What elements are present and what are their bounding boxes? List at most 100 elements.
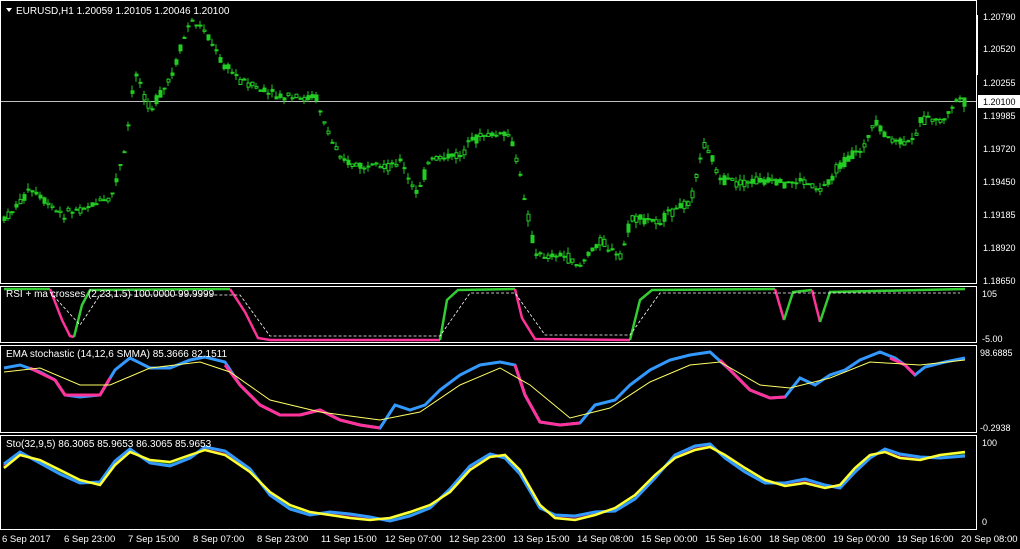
candle-body xyxy=(950,106,955,109)
candle-body xyxy=(554,255,559,258)
candle-body xyxy=(254,85,259,89)
candle-body xyxy=(430,157,435,160)
candle-body xyxy=(318,110,323,113)
candle-body xyxy=(162,87,167,90)
time-label: 19 Sep 00:00 xyxy=(833,534,890,545)
candle-body xyxy=(426,161,431,165)
candle-body xyxy=(386,163,391,172)
candle-body xyxy=(282,97,287,101)
candle-body xyxy=(722,175,727,186)
candle-body xyxy=(614,253,619,256)
candle-body xyxy=(774,179,779,186)
candle-body xyxy=(862,143,867,148)
candle-body xyxy=(602,238,607,248)
candle-body xyxy=(6,211,11,219)
candle-body xyxy=(498,132,503,135)
candle-body xyxy=(710,155,715,162)
candle-body xyxy=(858,150,863,153)
symbol-header: EURUSD,H1 1.20059 1.20105 1.20046 1.2010… xyxy=(16,6,230,17)
candle-body xyxy=(854,150,859,153)
candle-body xyxy=(98,198,103,202)
candle-body xyxy=(826,179,831,185)
candle-body xyxy=(586,251,591,256)
candle-body xyxy=(106,197,111,202)
candle-body xyxy=(262,87,267,93)
candle-body xyxy=(74,208,79,211)
candle-body xyxy=(462,149,467,156)
candle-body xyxy=(310,94,315,99)
candle-body xyxy=(730,178,735,181)
candle-body xyxy=(190,19,195,22)
candle-body xyxy=(66,207,71,212)
candle-body xyxy=(230,71,235,74)
candle-body xyxy=(178,44,183,52)
candle-body xyxy=(438,155,443,160)
rsi-scale-top: 105 xyxy=(982,289,997,299)
candle-body xyxy=(18,198,23,205)
candle-body xyxy=(90,202,95,207)
candle-body xyxy=(218,57,223,63)
candle-body xyxy=(154,95,159,105)
candle-body xyxy=(806,183,811,186)
candle-body xyxy=(738,179,743,186)
time-label: 7 Sep 15:00 xyxy=(128,534,179,545)
candle-body xyxy=(330,141,335,144)
sto-label: Sto(32,9,5) 86.3065 85.9653 86.3065 85.9… xyxy=(6,439,212,450)
candle-body xyxy=(530,234,535,244)
candle-body xyxy=(558,252,563,257)
candle-body xyxy=(698,157,703,160)
price-tick: 1.20790 xyxy=(983,12,1016,22)
rsi-scale-bottom: -5.00 xyxy=(982,334,1003,344)
candle-body xyxy=(294,93,299,99)
candle-body xyxy=(82,207,87,210)
main-price-pane[interactable] xyxy=(0,0,977,284)
candle-body xyxy=(518,173,523,176)
candle-body xyxy=(846,155,851,162)
candle-body xyxy=(798,177,803,182)
candle-body xyxy=(702,142,707,149)
candle-body xyxy=(562,255,567,258)
candle-body xyxy=(278,93,283,98)
candle-body xyxy=(298,97,303,100)
candle-body xyxy=(726,177,731,180)
candle-body xyxy=(794,182,799,185)
candle-body xyxy=(54,210,59,213)
candle-body xyxy=(634,215,639,223)
candle-body xyxy=(290,97,295,100)
candle-body xyxy=(650,218,655,222)
candle-body xyxy=(534,253,539,257)
candle-body xyxy=(170,72,175,76)
sto-scale-bottom: 0 xyxy=(982,517,987,527)
candle-body xyxy=(158,90,163,98)
candle-body xyxy=(866,134,871,138)
time-label: 11 Sep 15:00 xyxy=(321,534,377,545)
candle-body xyxy=(366,165,371,168)
time-label: 13 Sep 15:00 xyxy=(513,534,570,545)
candle-body xyxy=(466,140,471,143)
ema-scale-bottom: -0.2938 xyxy=(980,423,1011,433)
candle-body xyxy=(958,97,963,100)
candle-body xyxy=(622,243,627,246)
candle-body xyxy=(86,206,91,209)
candle-body xyxy=(182,36,187,39)
candle-body xyxy=(606,249,611,252)
candle-body xyxy=(198,24,203,27)
candle-body xyxy=(174,59,179,65)
candle-body xyxy=(690,190,695,199)
candle-body xyxy=(378,166,383,169)
candle-body xyxy=(14,203,19,208)
candle-body xyxy=(306,95,311,100)
candle-body xyxy=(286,92,291,96)
trading-chart[interactable]: EURUSD,H1 1.20059 1.20105 1.20046 1.2010… xyxy=(0,0,1020,549)
candle-body xyxy=(414,189,419,194)
ema-scale-top: 98.6885 xyxy=(980,348,1013,358)
candle-body xyxy=(682,200,687,210)
candle-body xyxy=(22,194,27,201)
candle-body xyxy=(58,210,63,214)
time-axis[interactable]: 6 Sep 2017 6 Sep 23:00 7 Sep 15:00 8 Sep… xyxy=(2,534,1018,545)
candle-body xyxy=(150,108,155,111)
candle-body xyxy=(838,162,843,169)
candle-body xyxy=(302,96,307,102)
candle-body xyxy=(78,207,83,214)
price-scale[interactable]: 1.20790 1.20520 1.20255 1.20100 1.19985 … xyxy=(976,12,1020,286)
